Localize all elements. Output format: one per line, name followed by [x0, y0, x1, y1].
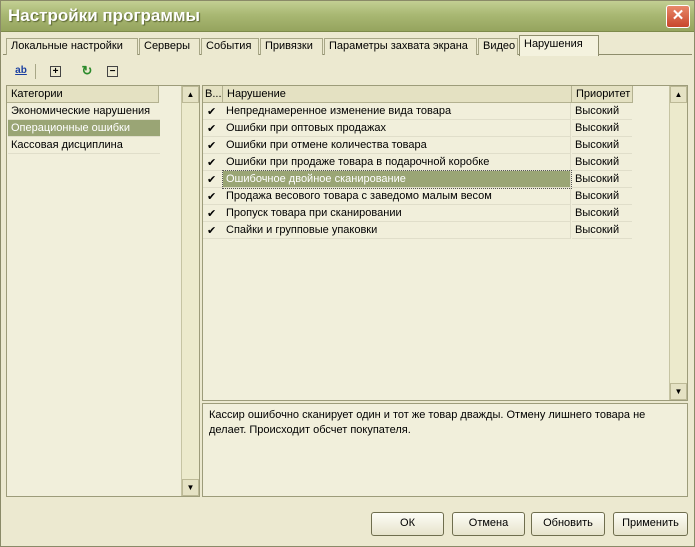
tab-video[interactable]: Видео: [478, 38, 518, 55]
cancel-button[interactable]: Отмена: [452, 512, 525, 536]
checkbox-icon[interactable]: ✔: [203, 120, 223, 137]
refresh-button[interactable]: Обновить: [531, 512, 605, 536]
category-item-selected[interactable]: Операционные ошибки: [8, 120, 160, 137]
violation-name: Ошибки при продаже товара в подарочной к…: [223, 154, 571, 171]
violation-description[interactable]: Кассир ошибочно сканирует один и тот же …: [202, 403, 688, 497]
categories-list[interactable]: Категории Экономические нарушения Операц…: [6, 85, 200, 497]
add-icon[interactable]: +: [50, 66, 61, 77]
violation-name: Ошибки при оптовых продажах: [223, 120, 571, 137]
violation-priority[interactable]: Высокий: [572, 120, 632, 137]
table-row[interactable]: ✔ Ошибки при отмене количества товара Вы…: [203, 137, 633, 154]
violations-scrollbar[interactable]: ▲ ▼: [669, 86, 687, 400]
ok-button[interactable]: ОК: [371, 512, 444, 536]
violation-priority[interactable]: Высокий: [572, 137, 632, 154]
violation-name: Ошибки при отмене количества товара: [223, 137, 571, 154]
scroll-up-icon[interactable]: ▲: [670, 86, 687, 103]
tab-bindings[interactable]: Привязки: [260, 38, 323, 55]
violation-name: Спайки и групповые упаковки: [223, 222, 571, 239]
description-line: делает. Происходит обсчет покупателя.: [209, 424, 411, 436]
tab-local-settings[interactable]: Локальные настройки: [6, 38, 138, 55]
checkbox-icon[interactable]: ✔: [203, 171, 223, 188]
tab-servers[interactable]: Серверы: [139, 38, 200, 55]
scroll-down-icon[interactable]: ▼: [670, 383, 687, 400]
categories-scrollbar[interactable]: ▲ ▼: [181, 86, 199, 496]
rename-icon[interactable]: ab: [12, 63, 30, 80]
checkbox-icon[interactable]: ✔: [203, 188, 223, 205]
table-row-selected[interactable]: ✔ Ошибочное двойное сканирование Высокий: [203, 170, 633, 189]
violation-priority[interactable]: Высокий: [572, 171, 632, 188]
violation-priority[interactable]: Высокий: [572, 103, 632, 120]
window-title: Настройки программы: [8, 6, 201, 25]
column-priority-header[interactable]: Приоритет: [572, 86, 633, 103]
toolbar-separator: [35, 64, 36, 79]
checkbox-icon[interactable]: ✔: [203, 154, 223, 171]
table-row[interactable]: ✔ Непреднамеренное изменение вида товара…: [203, 103, 633, 120]
close-icon[interactable]: ✕: [666, 5, 690, 28]
violation-name: Ошибочное двойное сканирование: [222, 170, 572, 189]
refresh-icon[interactable]: ↻: [78, 63, 96, 80]
violation-name: Пропуск товара при сканировании: [223, 205, 571, 222]
table-row[interactable]: ✔ Ошибки при оптовых продажах Высокий: [203, 120, 633, 137]
violation-name: Продажа весового товара с заведомо малым…: [223, 188, 571, 205]
violation-priority[interactable]: Высокий: [572, 222, 632, 239]
table-row[interactable]: ✔ Пропуск товара при сканировании Высоки…: [203, 205, 633, 222]
column-name-header[interactable]: Нарушение: [223, 86, 572, 103]
violation-priority[interactable]: Высокий: [572, 205, 632, 222]
violation-priority[interactable]: Высокий: [572, 188, 632, 205]
tab-screen-capture[interactable]: Параметры захвата экрана: [324, 38, 477, 55]
toolbar: ab + ↻ −: [8, 63, 148, 81]
violations-grid[interactable]: В... Нарушение Приоритет ✔ Непреднамерен…: [202, 85, 688, 401]
checkbox-icon[interactable]: ✔: [203, 222, 223, 239]
tab-strip: Локальные настройки Серверы События Прив…: [6, 35, 691, 56]
table-row[interactable]: ✔ Спайки и групповые упаковки Высокий: [203, 222, 633, 239]
violation-name: Непреднамеренное изменение вида товара: [223, 103, 571, 120]
categories-header[interactable]: Категории: [7, 86, 159, 103]
title-bar[interactable]: Настройки программы ✕: [1, 1, 694, 32]
scroll-up-icon[interactable]: ▲: [182, 86, 199, 103]
column-enabled-header[interactable]: В...: [203, 86, 223, 103]
settings-window: Настройки программы ✕ Локальные настройк…: [0, 0, 695, 547]
category-item[interactable]: Экономические нарушения: [8, 103, 160, 120]
checkbox-icon[interactable]: ✔: [203, 205, 223, 222]
checkbox-icon[interactable]: ✔: [203, 103, 223, 120]
violation-priority[interactable]: Высокий: [572, 154, 632, 171]
table-row[interactable]: ✔ Ошибки при продаже товара в подарочной…: [203, 154, 633, 171]
remove-icon[interactable]: −: [107, 66, 118, 77]
category-item[interactable]: Кассовая дисциплина: [8, 137, 160, 154]
apply-button[interactable]: Применить: [613, 512, 688, 536]
checkbox-icon[interactable]: ✔: [203, 137, 223, 154]
tab-violations[interactable]: Нарушения: [519, 35, 599, 56]
table-row[interactable]: ✔ Продажа весового товара с заведомо мал…: [203, 188, 633, 205]
tab-events[interactable]: События: [201, 38, 259, 55]
scroll-down-icon[interactable]: ▼: [182, 479, 199, 496]
description-line: Кассир ошибочно сканирует один и тот же …: [209, 409, 646, 421]
